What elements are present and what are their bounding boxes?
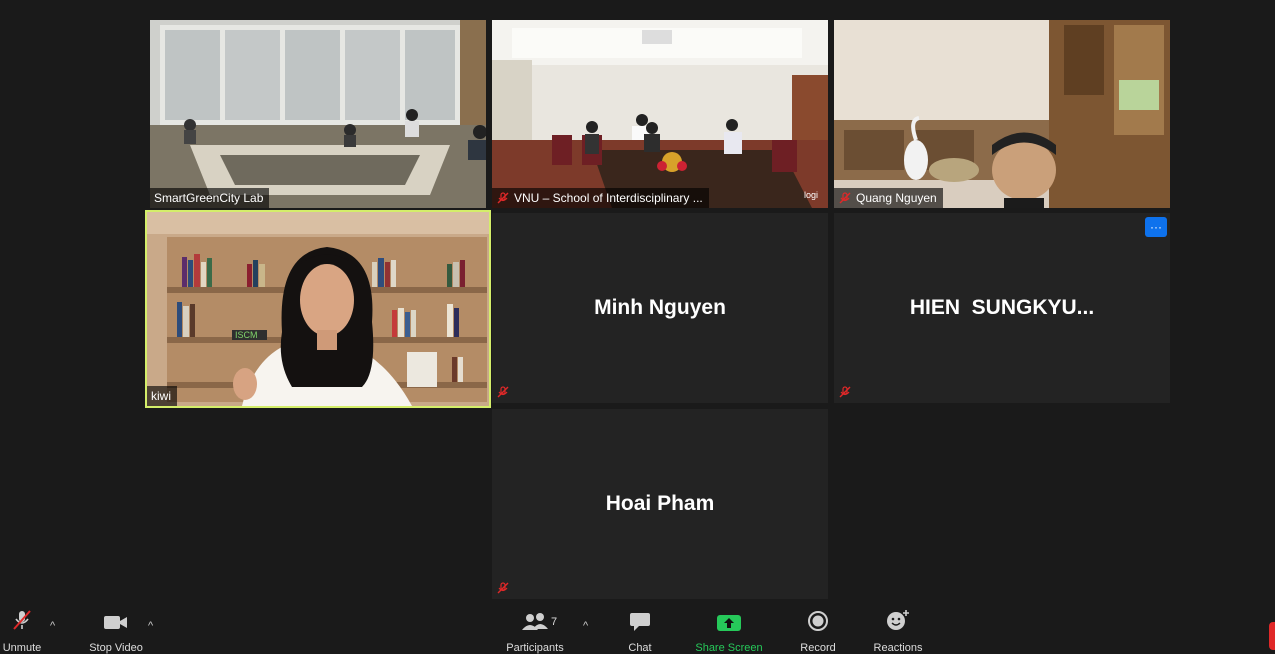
participant-display-name: HIEN SUNGKYU... [909,296,1095,319]
share-screen-icon [717,615,741,631]
share-screen-button[interactable]: Share Screen [690,606,768,654]
video-camera-icon [104,616,127,629]
muted-mic-icon [839,386,851,398]
video-tile-hien[interactable]: ··· HIEN SUNGKYU... [834,213,1170,403]
video-tile-quang[interactable]: Quang Nguyen [834,20,1170,208]
record-icon [808,611,828,631]
participant-name-label: VNU – School of Interdisciplinary ... [492,188,709,208]
end-meeting-button-edge[interactable] [1269,622,1275,650]
video-tile-minh[interactable]: Minh Nguyen [492,213,828,403]
participants-count-badge: 7 [551,616,558,628]
chat-button[interactable]: Chat [620,606,660,654]
participant-display-name: Hoai Pham [605,492,715,515]
video-tile-smartgreencity[interactable]: SmartGreenCity Lab [150,20,486,208]
audio-options-caret[interactable]: ^ [50,620,55,632]
more-options-button[interactable]: ··· [1145,217,1167,237]
conference-room-video [150,20,486,208]
video-options-caret[interactable]: ^ [148,620,153,632]
muted-mic-icon [497,386,509,398]
participant-name-label: Quang Nguyen [834,188,943,208]
muted-mic-icon [497,582,509,594]
camera-logo: logi [804,190,818,200]
record-button[interactable]: Record [796,606,840,654]
participant-display-name: Minh Nguyen [594,296,726,319]
participant-name-label: kiwi [147,386,177,406]
participants-button[interactable]: Participants [500,606,570,654]
meeting-hall-video: logi [492,20,828,208]
poster-text: ISCM [235,330,258,340]
muted-mic-icon [839,192,851,204]
home-office-video [834,20,1170,208]
reactions-smiley-icon [887,610,909,630]
participants-options-caret[interactable]: ^ [583,620,588,632]
participant-name-label: SmartGreenCity Lab [150,188,270,208]
video-tile-kiwi-active-speaker[interactable]: ISCM kiwi [145,210,491,408]
stop-video-button[interactable]: Stop Video [84,606,148,654]
chat-bubble-icon [630,613,650,631]
video-tile-hoai[interactable]: Hoai Pham [492,409,828,599]
reactions-button[interactable]: Reactions [868,606,928,654]
participants-icon [522,613,548,630]
bookshelf-speaker-video: ISCM [147,212,489,406]
meeting-toolbar: Unmute ^ Stop Video ^ Participants 7 ^ C… [0,606,1275,654]
unmute-button[interactable]: Unmute [0,606,46,654]
video-tile-vnu[interactable]: logi VNU – School of Interdisciplinary .… [492,20,828,208]
muted-mic-icon [497,192,509,204]
muted-microphone-icon [13,610,31,630]
